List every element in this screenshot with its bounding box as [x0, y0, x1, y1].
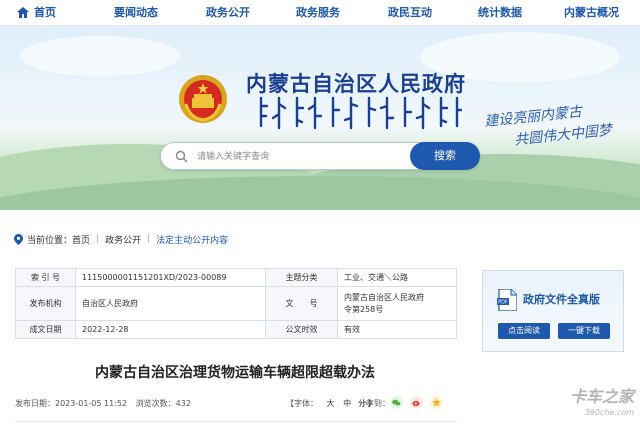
breadcrumb-home[interactable]: 首页 — [72, 233, 90, 246]
breadcrumb-current[interactable]: 法定主动公开内容 — [156, 233, 228, 246]
date-value: 2022-12-28 — [75, 320, 266, 339]
home-icon — [17, 7, 29, 18]
breadcrumb-gov-affairs[interactable]: 政务公开 — [105, 233, 141, 246]
breadcrumb-label: 当前位置： — [27, 235, 73, 246]
table-row: 索 引 号 1115000001151201XD/2023-00089 主题分类… — [15, 268, 457, 287]
gov-document-card: PDF 政府文件全真版 点击阅读 一键下载 — [482, 270, 624, 352]
publish-date: 发布日期：2023-01-05 11:52 — [15, 399, 128, 408]
status-value: 有效 — [337, 320, 457, 339]
article-title: 内蒙古自治区治理货物运输车辆超限超载办法 — [95, 365, 375, 381]
nav-item-overview[interactable]: 内蒙古概况 — [564, 0, 619, 26]
search-button[interactable]: 搜索 — [410, 142, 480, 170]
org-label: 发布机构 — [15, 286, 76, 321]
docno-line-1: 内蒙古自治区人民政府 — [344, 292, 424, 302]
top-nav: 首页 要闻动态 政务公开 政务服务 政民互动 统计数据 内蒙古概况 — [0, 0, 640, 26]
watermark-sub: 360che.com — [585, 408, 634, 417]
nav-item-gov-affairs[interactable]: 政务公开 — [206, 0, 250, 26]
national-emblem-icon — [179, 75, 227, 123]
nav-item-news[interactable]: 要闻动态 — [114, 0, 158, 26]
cloud-decoration — [20, 36, 180, 76]
table-row: 发布机构 自治区人民政府 文 号 内蒙古自治区人民政府 令第258号 — [15, 286, 457, 321]
wechat-share-icon[interactable] — [390, 396, 403, 409]
card-title: 政府文件全真版 — [523, 293, 600, 306]
search-icon — [175, 150, 188, 163]
docno-label: 文 号 — [265, 286, 338, 321]
nav-item-statistics[interactable]: 统计数据 — [478, 0, 522, 26]
docno-value: 内蒙古自治区人民政府 令第258号 — [337, 286, 457, 321]
mongolian-script-logo — [259, 96, 463, 130]
header-banner: 内蒙古自治区人民政府 建设亮丽内蒙古 共圆伟大中国梦 搜索 — [0, 26, 640, 210]
qzone-share-icon[interactable] — [430, 396, 443, 409]
index-value: 1115000001151201XD/2023-00089 — [75, 268, 266, 287]
nav-item-home[interactable]: 首页 — [17, 0, 56, 26]
org-value: 自治区人民政府 — [75, 286, 266, 321]
banner-slogan: 建设亮丽内蒙古 共圆伟大中国梦 — [480, 104, 640, 149]
category-label: 主题分类 — [265, 268, 338, 287]
svg-text:PDF: PDF — [498, 300, 508, 306]
breadcrumb: 当前位置： 首页 | 政务公开 | 法定主动公开内容 — [14, 232, 228, 246]
font-size-large[interactable]: 大 — [327, 399, 335, 408]
pdf-document-icon: PDF — [497, 289, 517, 311]
nav-item-label: 首页 — [34, 6, 56, 19]
breadcrumb-separator: | — [96, 234, 100, 244]
watermark-text: 卡车之家 — [570, 387, 636, 406]
share-label: 分享到： — [358, 399, 390, 408]
date-label: 成文日期 — [15, 320, 76, 339]
font-size-label: 【字体： — [286, 399, 318, 408]
gov-site-title: 内蒙古自治区人民政府 — [246, 72, 466, 96]
table-row: 成文日期 2022-12-28 公文时效 有效 — [15, 320, 457, 339]
nav-item-interaction[interactable]: 政民互动 — [388, 0, 432, 26]
breadcrumb-separator: | — [147, 234, 151, 244]
status-label: 公文时效 — [265, 320, 338, 339]
weibo-share-icon[interactable] — [410, 396, 423, 409]
site-watermark: 卡车之家 360che.com — [570, 387, 636, 417]
docno-line-2: 令第258号 — [344, 304, 384, 314]
divider — [15, 421, 457, 422]
font-size-medium[interactable]: 中 — [343, 399, 351, 408]
index-label: 索 引 号 — [15, 268, 76, 287]
category-value: 工业、交通＼公路 — [337, 268, 457, 287]
view-count: 浏览次数：432 — [135, 399, 191, 408]
download-button[interactable]: 一键下载 — [558, 323, 610, 339]
article-meta: 发布日期：2023-01-05 11:52 浏览次数：432 — [15, 398, 197, 409]
location-pin-icon — [14, 233, 23, 245]
search-input[interactable] — [197, 148, 407, 166]
read-button[interactable]: 点击阅读 — [498, 323, 550, 339]
document-info-table: 索 引 号 1115000001151201XD/2023-00089 主题分类… — [15, 268, 457, 339]
nav-item-services[interactable]: 政务服务 — [296, 0, 340, 26]
